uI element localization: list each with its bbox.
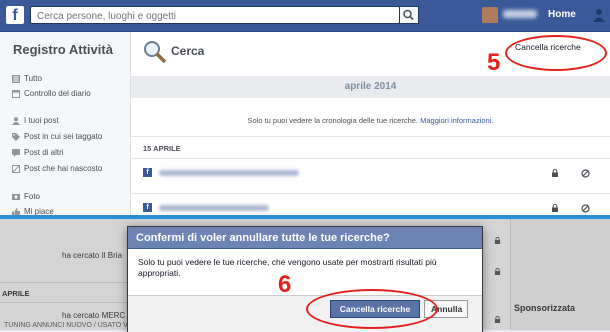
divider <box>0 282 127 283</box>
sidebar-item-tutto[interactable]: Tutto <box>12 74 42 83</box>
confirm-dialog: Confermi di voler annullare tutte le tue… <box>127 226 483 332</box>
search-button[interactable] <box>400 6 419 24</box>
search-icon <box>403 9 414 21</box>
remove-icon[interactable] <box>581 169 590 178</box>
page-title: Cerca <box>171 44 205 58</box>
list-icon <box>12 74 20 83</box>
sidebar-item-label: Post che hai nascosto <box>24 164 103 173</box>
tag-icon <box>12 132 20 141</box>
sidebar-item-label: Post in cui sei taggato <box>24 132 103 141</box>
search-box[interactable] <box>30 6 400 24</box>
sidebar-title: Registro Attività <box>13 42 113 57</box>
calendar-icon <box>12 89 20 98</box>
sidebar-item-label: Post di altri <box>24 148 64 157</box>
person-icon <box>12 116 20 125</box>
annotation-step-6: 6 <box>278 271 292 298</box>
annotation-step-5: 5 <box>487 49 501 76</box>
lock-icon[interactable] <box>551 169 559 177</box>
dimmed-right-column <box>510 219 610 330</box>
annotation-ellipse-cancel-button <box>505 35 607 71</box>
search-input[interactable] <box>35 8 374 24</box>
sidebar-item-taggato[interactable]: Post in cui sei taggato <box>12 132 102 141</box>
sidebar-item-post-altri[interactable]: Post di altri <box>12 148 64 157</box>
activity-log-main: Cerca Cancella ricerche 5 aprile 2014 So… <box>131 32 610 215</box>
sidebar-item-foto[interactable]: Foto <box>12 192 40 201</box>
divider <box>0 302 127 303</box>
privacy-notice: Solo tu puoi vedere la cronologia delle … <box>131 116 610 125</box>
hidden-icon <box>12 164 20 173</box>
sidebar-item-label: I tuoi post <box>24 116 59 125</box>
sponsored-header: Sponsorizzata <box>514 303 576 313</box>
magnifier-icon <box>144 41 167 64</box>
month-header: aprile 2014 <box>131 76 610 98</box>
background-month-label: APRILE <box>2 289 30 298</box>
photo-icon <box>12 193 20 200</box>
sidebar-item-controllo-diario[interactable]: Controllo del diario <box>12 89 91 98</box>
divider <box>131 136 610 137</box>
lock-icon <box>494 268 501 275</box>
facebook-app-icon: f <box>143 168 152 177</box>
remove-icon[interactable] <box>581 204 590 213</box>
home-link[interactable]: Home <box>548 9 576 20</box>
lock-icon <box>494 237 501 244</box>
blurred-search-entry <box>159 170 299 176</box>
comment-icon <box>12 148 20 157</box>
privacy-text: Solo tu puoi vedere la cronologia delle … <box>247 116 421 125</box>
background-search-entry: ha cercato MERC <box>62 311 126 320</box>
sidebar-item-label: Tutto <box>24 74 42 83</box>
facebook-app-icon: f <box>143 203 152 212</box>
dialog-title: Confermi di voler annullare tutte le tue… <box>128 227 482 249</box>
sidebar-item-label: Controllo del diario <box>24 89 91 98</box>
more-info-link[interactable]: Maggiori informazioni. <box>420 116 493 125</box>
facebook-logo[interactable]: f <box>6 6 24 24</box>
sidebar-item-label: Foto <box>24 192 41 201</box>
blurred-search-entry <box>159 205 269 211</box>
day-header: 15 APRILE <box>143 144 181 153</box>
friend-requests-icon[interactable] <box>592 7 606 23</box>
annotation-ellipse-confirm-button <box>306 289 438 329</box>
sidebar: Registro Attività Tutto Controllo del di… <box>0 32 131 216</box>
dialog-message: Solo tu puoi vedere le tue ricerche, che… <box>138 257 437 278</box>
list-item[interactable]: f <box>131 159 610 187</box>
background-search-entry: ha cercato Il Bria <box>62 251 123 260</box>
sidebar-item-nascosto[interactable]: Post che hai nascosto <box>12 164 102 173</box>
lock-icon <box>494 316 501 323</box>
sidebar-item-tuoi-post[interactable]: I tuoi post <box>12 116 59 125</box>
profile-avatar[interactable] <box>482 7 498 23</box>
profile-name-blurred[interactable] <box>503 10 537 18</box>
lock-icon[interactable] <box>551 204 559 212</box>
